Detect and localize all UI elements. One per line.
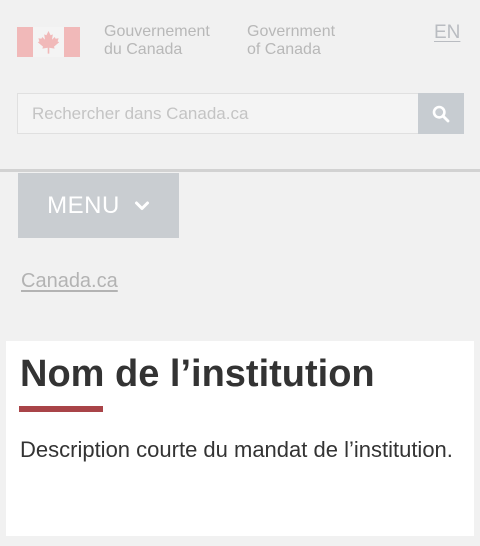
signature-en-line2: of Canada [247, 41, 321, 58]
institution-description: Description courte du mandat de l’instit… [20, 437, 453, 462]
signature-en-line1: Government [247, 23, 336, 40]
site-header: Gouvernement du Canada Government of Can… [0, 0, 480, 170]
breadcrumb-link-canada[interactable]: Canada.ca [21, 270, 118, 293]
signature-english: Government of Canada [247, 23, 335, 59]
search-button[interactable] [418, 93, 464, 134]
search-form [17, 93, 464, 134]
canada-flag-icon [17, 27, 80, 57]
page-title: Nom de l’institution [20, 353, 375, 395]
menu-label: MENU [47, 191, 120, 219]
search-input[interactable] [17, 93, 419, 134]
menu-button[interactable]: MENU [18, 173, 179, 238]
signature-fr-line2: du Canada [104, 41, 183, 58]
search-icon [432, 105, 450, 122]
signature-fr-line1: Gouvernement [104, 23, 210, 40]
chevron-down-icon [134, 201, 149, 210]
language-toggle-link[interactable]: EN [434, 22, 460, 44]
title-underline [19, 406, 103, 412]
main-content-card: Nom de l’institution Description courte … [6, 341, 474, 536]
signature-french: Gouvernement du Canada [104, 23, 210, 59]
header-divider [0, 169, 480, 172]
